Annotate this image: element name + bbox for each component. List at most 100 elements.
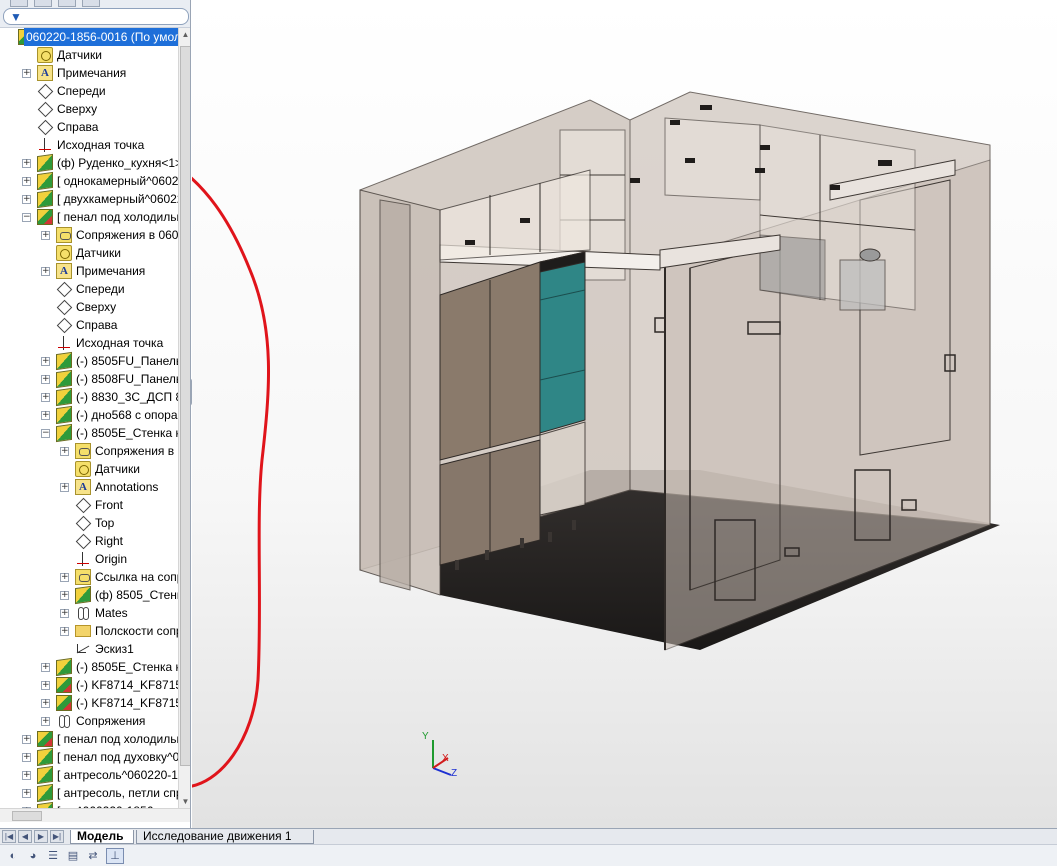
expand-icon[interactable]: +: [22, 177, 31, 186]
tree-horizontal-scrollbar[interactable]: [0, 808, 190, 822]
tree-item-label: (ф) 8505_Стенка к: [95, 588, 191, 602]
expand-icon[interactable]: +: [41, 681, 50, 690]
expand-icon[interactable]: +: [22, 159, 31, 168]
tree-item-label: Сопряжения в 060220: [76, 228, 191, 242]
expand-icon[interactable]: +: [60, 447, 69, 456]
expand-icon[interactable]: +: [41, 699, 50, 708]
expand-icon[interactable]: +: [41, 231, 50, 240]
tree-item[interactable]: Исходная точка: [0, 334, 178, 352]
expand-icon[interactable]: +: [22, 735, 31, 744]
expand-icon[interactable]: +: [60, 591, 69, 600]
tree-item[interactable]: + (-) 8830_3С_ДСП 8 мм: [0, 387, 190, 407]
scroll-up-icon[interactable]: ▲: [181, 30, 190, 39]
expand-icon[interactable]: +: [41, 267, 50, 276]
expand-icon[interactable]: +: [41, 411, 50, 420]
tree-item[interactable]: + [ антресоль, петли справ: [0, 783, 190, 803]
tree-item[interactable]: + [ двухкамерный^060220-1: [0, 189, 190, 209]
collapse-icon[interactable]: −: [22, 213, 31, 222]
collapse-icon[interactable]: −: [41, 429, 50, 438]
expand-icon[interactable]: +: [41, 717, 50, 726]
tree-item-label: Спереди: [57, 84, 106, 98]
tree-item[interactable]: Сверху: [0, 298, 178, 316]
tree-item[interactable]: Исходная точка: [0, 136, 178, 154]
manager-tabs[interactable]: [10, 0, 120, 7]
plane-icon: [56, 281, 72, 297]
tree-item[interactable]: + Mates: [0, 604, 178, 622]
expand-icon[interactable]: +: [41, 663, 50, 672]
tab-model[interactable]: Модель: [70, 830, 134, 844]
hide-show-icon[interactable]: ◐: [4, 848, 22, 864]
expand-icon[interactable]: +: [22, 195, 31, 204]
tree-item[interactable]: 060220-1856-0016 (По умол: [0, 28, 183, 46]
tree-item-label: (-) дно568 с опорами: [76, 408, 191, 422]
tree-vertical-scrollbar[interactable]: ▲ ▼: [178, 28, 190, 808]
expand-icon[interactable]: +: [60, 483, 69, 492]
tree-item[interactable]: + A Annotations: [0, 478, 178, 496]
expand-icon[interactable]: +: [22, 753, 31, 762]
scrollbar-thumb[interactable]: [12, 811, 42, 821]
tree-item[interactable]: Сверху: [0, 100, 178, 118]
last-tab-icon[interactable]: ▶|: [50, 830, 64, 843]
tree-item[interactable]: + Сопряжения в пе: [0, 442, 190, 460]
tree-item[interactable]: + [ однокамерный^060220-: [0, 171, 190, 191]
tree-item[interactable]: Эскиз1: [0, 640, 178, 658]
expand-icon[interactable]: +: [60, 609, 69, 618]
prev-tab-icon[interactable]: ◀: [18, 830, 32, 843]
tree-item-label: Эскиз1: [95, 642, 134, 656]
tree-item[interactable]: + (-) KF8714_KF8715_Фа: [0, 694, 190, 712]
next-tab-icon[interactable]: ▶: [34, 830, 48, 843]
tree-item[interactable]: − [ пенал под холодильни: [0, 208, 190, 226]
expand-icon[interactable]: +: [22, 771, 31, 780]
tree-item[interactable]: + [ пенал под холодильни: [0, 730, 190, 748]
tree-item[interactable]: Origin: [0, 550, 178, 568]
filter-icon[interactable]: ▼: [10, 10, 22, 24]
assembly-model-3d[interactable]: [192, 0, 1057, 828]
tree-item[interactable]: Справа: [0, 118, 178, 136]
tree-item[interactable]: Top: [0, 514, 178, 532]
tree-item[interactable]: + (-) дно568 с опорами: [0, 405, 190, 425]
chart-icon[interactable]: ⇄: [84, 848, 102, 864]
scrollbar-thumb[interactable]: [180, 46, 190, 766]
tree-item[interactable]: + (-) KF8714_KF8715_Фа: [0, 676, 190, 694]
tree-item[interactable]: + [ антресоль^060220-1856: [0, 765, 190, 785]
expand-icon[interactable]: +: [22, 69, 31, 78]
tree-item[interactable]: Спереди: [0, 82, 178, 100]
list-icon[interactable]: ☰: [44, 848, 62, 864]
tree-item[interactable]: Спереди: [0, 280, 178, 298]
graphics-viewport[interactable]: Y X Z: [192, 0, 1057, 828]
tree-item[interactable]: + Полскости сопря: [0, 622, 189, 640]
tree-item[interactable]: + Сопряжения в 060220: [0, 226, 190, 244]
tree-item[interactable]: + (-) 8505FU_Панель пр: [0, 351, 190, 371]
first-tab-icon[interactable]: |◀: [2, 830, 16, 843]
tree-item[interactable]: Справа: [0, 316, 178, 334]
tree-item[interactable]: + (ф) 8505_Стенка к: [0, 585, 190, 605]
expand-icon[interactable]: +: [60, 627, 69, 636]
tree-item[interactable]: + Ссылка на сопря:: [0, 568, 190, 586]
tab-motion-study[interactable]: Исследование движения 1: [136, 830, 314, 844]
tree-item[interactable]: Датчики: [0, 460, 178, 478]
tree-item-label: [ двухкамерный^060220-1: [57, 192, 191, 206]
tree-item[interactable]: Датчики: [0, 46, 178, 64]
tree-filter-input[interactable]: ▼: [3, 8, 189, 25]
scroll-down-icon[interactable]: ▼: [181, 797, 190, 806]
tree-item-label: Справа: [57, 120, 99, 134]
triad-icon[interactable]: ⊥: [106, 848, 124, 864]
tree-item[interactable]: Front: [0, 496, 178, 514]
tree-item[interactable]: Датчики: [0, 244, 178, 262]
appearance-icon[interactable]: ◕: [24, 848, 42, 864]
tree-item[interactable]: + A Примечания: [0, 262, 178, 280]
expand-icon[interactable]: +: [41, 375, 50, 384]
tree-item[interactable]: + A Примечания: [0, 64, 178, 82]
expand-icon[interactable]: +: [22, 789, 31, 798]
tree-item[interactable]: + (-) 8508FU_Панель вк: [0, 369, 190, 389]
tree-item[interactable]: Right: [0, 532, 178, 550]
tree-item[interactable]: + (-) 8505E_Стенка карк: [0, 657, 190, 677]
tree-item[interactable]: − (-) 8505E_Стенка карк: [0, 423, 190, 443]
tree-item[interactable]: + Сопряжения: [0, 712, 178, 730]
toggle-icon[interactable]: ▤: [64, 848, 82, 864]
tree-item[interactable]: + (ф) Руденко_кухня<1> (П: [0, 153, 190, 173]
expand-icon[interactable]: +: [60, 573, 69, 582]
expand-icon[interactable]: +: [41, 393, 50, 402]
expand-icon[interactable]: +: [41, 357, 50, 366]
tree-item[interactable]: + [ пенал под духовку^060: [0, 747, 190, 767]
